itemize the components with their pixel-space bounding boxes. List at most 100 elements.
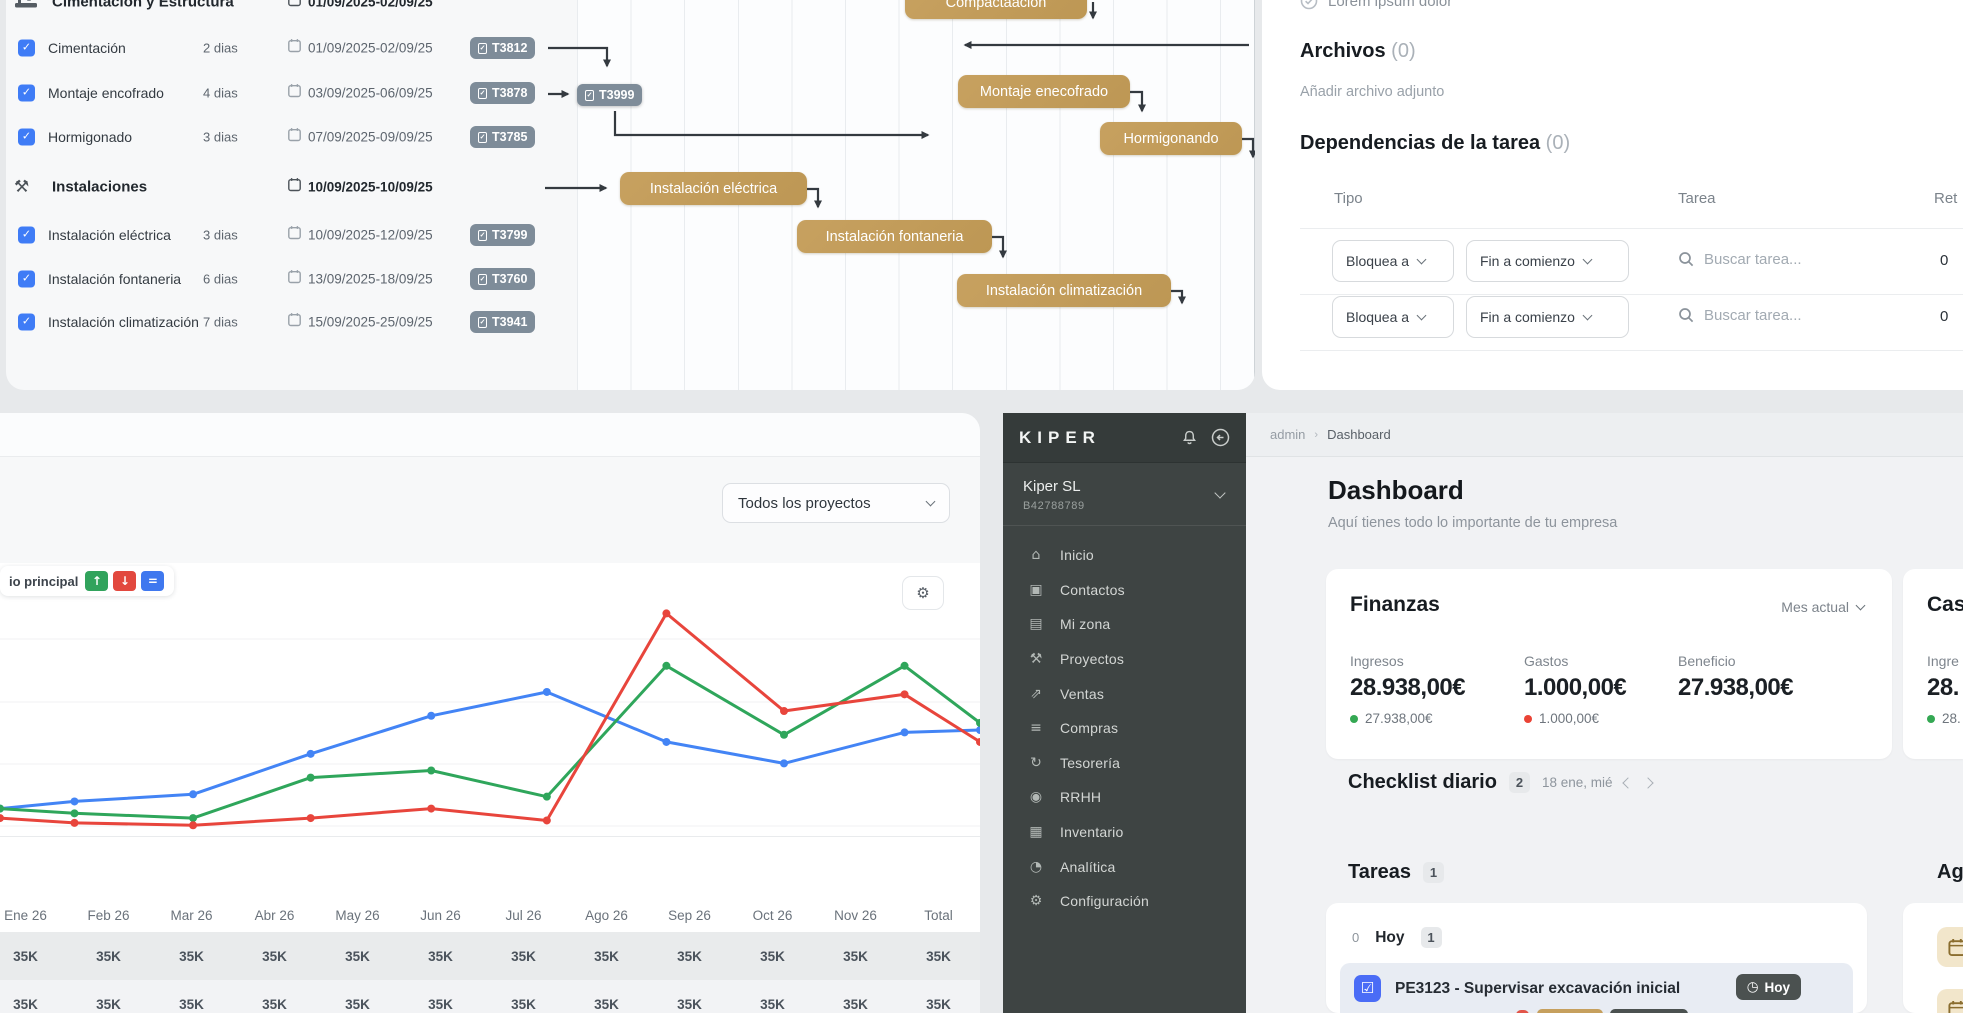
task-id-badge[interactable]: ✓T3878: [470, 82, 535, 104]
dependency-mode-select[interactable]: Fin a comienzo: [1466, 240, 1629, 282]
table-cell: 35K: [399, 932, 482, 980]
sidebar-item-compras[interactable]: ≡Compras: [1003, 711, 1246, 746]
sidebar-item-contactos[interactable]: ▣Contactos: [1003, 573, 1246, 608]
checklist-title: Checklist diario: [1348, 771, 1497, 794]
task-name: Instalación eléctrica: [48, 227, 171, 243]
clipboard-check-icon: ✓: [478, 274, 487, 285]
metric-value: 28.: [1927, 674, 1961, 702]
gantt-bar[interactable]: Compactaación: [905, 0, 1087, 19]
sidebar-item-inicio[interactable]: ⌂Inicio: [1003, 538, 1246, 573]
dependency-type-select[interactable]: Bloquea a: [1332, 296, 1454, 338]
table-row: 35K35K35K35K35K35K35K35K35K35K35K35K: [0, 980, 980, 1013]
calendar-icon: [288, 39, 301, 53]
checklist-status-item[interactable]: Lorem ipsum dolor: [1300, 0, 1452, 10]
sidebar-item-proyectos[interactable]: ⚒Proyectos: [1003, 642, 1246, 677]
task-id-badge[interactable]: ✓ T3760: [470, 268, 535, 290]
sidebar-item-tesorera[interactable]: ↻Tesorería: [1003, 746, 1246, 781]
table-cell: 35K: [731, 980, 814, 1013]
search-icon: [1678, 251, 1695, 268]
breadcrumb-page[interactable]: Dashboard: [1327, 427, 1391, 442]
breadcrumb-section[interactable]: admin: [1270, 427, 1305, 442]
dependency-mode-select[interactable]: Fin a comienzo: [1466, 296, 1629, 338]
task-id-badge[interactable]: ✓T3785: [470, 126, 535, 148]
select-value: Bloquea a: [1346, 253, 1409, 269]
task-name: Montaje encofrado: [48, 85, 164, 101]
task-id-badge[interactable]: ✓ T3999: [577, 84, 642, 106]
metric-sub: 1.000,00€: [1524, 711, 1626, 726]
gantt-task-row[interactable]: ✓Hormigonado3 dias07/09/2025-09/09/25✓T3…: [6, 119, 577, 155]
group-label: Hoy: [1375, 929, 1404, 947]
column-header: Jun 26: [399, 898, 482, 932]
task-name: Cimentación: [48, 40, 126, 56]
chevron-down-icon: [1582, 254, 1592, 264]
next-day-button[interactable]: [1643, 777, 1654, 788]
gantt-bar[interactable]: Instalación fontaneria: [797, 220, 992, 253]
dashboard-main: admin › Dashboard Dashboard Aquí tienes …: [1246, 413, 1963, 1013]
series-equal-blue: [0, 692, 980, 809]
user-zone-icon: ▤: [1027, 616, 1045, 632]
clipboard-check-icon: ✓: [478, 317, 487, 328]
task-dates: 01/09/2025-02/09/25: [308, 0, 433, 10]
finance-chart-panel: Todos los proyectos ⚙ io principal ↑↓= E…: [0, 413, 980, 1013]
sidebar-item-label: Ventas: [1060, 686, 1104, 702]
brand-logo: KIPER: [1019, 428, 1101, 448]
dependency-type-select[interactable]: Bloquea a: [1332, 240, 1454, 282]
gantt-bar[interactable]: Instalación climatización: [957, 274, 1171, 307]
data-point: [780, 731, 788, 739]
task-dates: 03/09/2025-06/09/25: [308, 86, 433, 101]
badge-fragment: [1537, 1009, 1603, 1013]
table-cell: 35K: [316, 980, 399, 1013]
gantt-bar[interactable]: Instalación eléctrica: [620, 172, 807, 205]
task-dates: 15/09/2025-25/09/25: [308, 315, 433, 330]
bell-icon[interactable]: [1181, 429, 1198, 447]
gantt-task-row[interactable]: ✓Montaje encofrado4 dias03/09/2025-06/09…: [6, 75, 577, 111]
sidebar-item-rrhh[interactable]: ◉RRHH: [1003, 780, 1246, 815]
sidebar-item-configuracin[interactable]: ⚙Configuración: [1003, 884, 1246, 919]
task-list-item[interactable]: ☑ PE3123 - Supervisar excavación inicial…: [1340, 963, 1853, 1013]
calendar-event-chip[interactable]: [1937, 927, 1963, 967]
task-checkbox[interactable]: ✓: [18, 227, 35, 244]
project-filter-select[interactable]: Todos los proyectos: [722, 483, 950, 523]
badge-fragment: [1610, 1009, 1688, 1013]
status-dot: [1350, 715, 1358, 723]
archivos-heading: Archivos (0): [1300, 40, 1416, 63]
prev-day-button[interactable]: [1623, 777, 1634, 788]
sidebar-item-inventario[interactable]: ▦Inventario: [1003, 815, 1246, 850]
company-switcher[interactable]: Kiper SL B42788789: [1003, 463, 1246, 526]
company-id: B42788789: [1023, 500, 1226, 512]
gantt-bar[interactable]: Hormigonando: [1100, 122, 1242, 155]
task-id-badge[interactable]: ✓T3812: [470, 37, 535, 59]
metric-value: 1.000,00€: [1524, 674, 1626, 702]
task-checkbox[interactable]: ✓: [18, 271, 35, 288]
count-badge: 1: [1423, 862, 1444, 883]
task-search-input[interactable]: Buscar tarea...: [1678, 251, 1802, 268]
task-checkbox[interactable]: ✓: [18, 314, 35, 331]
task-checkbox[interactable]: ✓: [18, 40, 35, 57]
sidebar-item-mizona[interactable]: ▤ Mi zona: [1003, 607, 1246, 642]
sidebar-item-label: Proyectos: [1060, 651, 1124, 667]
task-search-input[interactable]: Buscar tarea...: [1678, 307, 1802, 324]
task-dates: 01/09/2025-02/09/25: [308, 41, 433, 56]
data-point: [976, 726, 980, 734]
search-placeholder: Buscar tarea...: [1704, 307, 1802, 324]
collapse-sidebar-icon[interactable]: [1211, 428, 1230, 447]
calendar-event-chip[interactable]: [1937, 989, 1963, 1013]
task-group-header[interactable]: 0 Hoy 1: [1352, 927, 1442, 948]
task-id-label: T3760: [492, 272, 527, 286]
add-attachment-link[interactable]: Añadir archivo adjunto: [1300, 84, 1444, 100]
gantt-task-row[interactable]: ✓Cimentación2 dias01/09/2025-02/09/25✓T3…: [6, 30, 577, 66]
task-checkbox[interactable]: ✓: [18, 129, 35, 146]
sidebar-item-ventas[interactable]: ⇗Ventas: [1003, 676, 1246, 711]
gantt-bar[interactable]: Montaje enecofrado: [958, 75, 1130, 108]
sidebar-item-label: Mi zona: [1060, 616, 1110, 632]
gantt-task-row[interactable]: ✓Instalación eléctrica3 dias10/09/2025-1…: [6, 217, 577, 253]
sidebar-item-analtica[interactable]: ◔Analítica: [1003, 849, 1246, 884]
task-id-badge[interactable]: ✓T3941: [470, 311, 535, 333]
gantt-task-row[interactable]: ✓Instalación fontaneria6 dias13/09/2025-…: [6, 261, 577, 297]
task-id-badge[interactable]: ✓T3799: [470, 224, 535, 246]
period-select[interactable]: Mes actual: [1781, 599, 1864, 615]
task-checkbox[interactable]: ✓: [18, 85, 35, 102]
task-duration: 7 dias: [203, 315, 238, 330]
gantt-task-row[interactable]: ✓Instalación climatización7 dias15/09/20…: [6, 304, 577, 340]
data-point: [662, 738, 670, 746]
